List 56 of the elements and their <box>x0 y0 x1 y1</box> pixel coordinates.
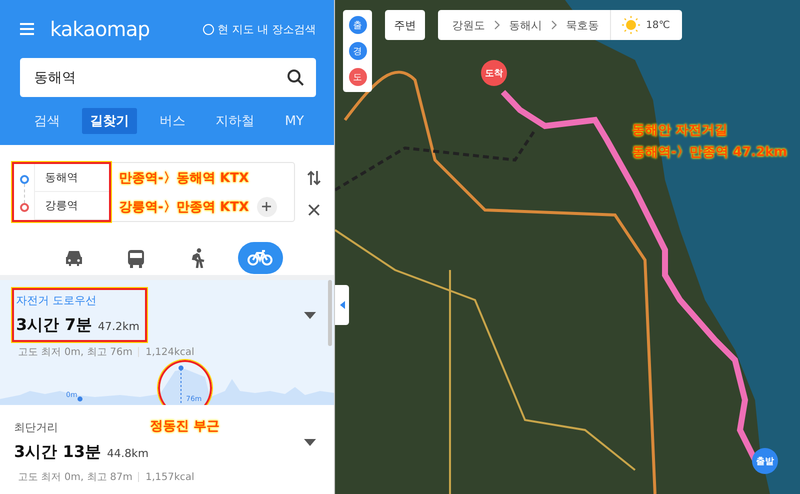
route-calories: 1,157kcal <box>145 472 194 482</box>
bicycle-icon <box>247 250 273 266</box>
pin-button[interactable]: 경 <box>348 42 366 60</box>
plus-icon <box>262 202 272 211</box>
chevron-icon <box>551 20 557 30</box>
stop-field[interactable]: 강릉역 <box>35 192 109 220</box>
swap-icon[interactable] <box>307 170 321 186</box>
route-distance: 47.2km <box>98 320 140 333</box>
route-distance: 44.8km <box>106 447 149 460</box>
caret-icon[interactable] <box>304 438 316 446</box>
nearby-button[interactable]: 주변 <box>385 10 425 40</box>
nav-tab[interactable]: MY <box>276 108 312 134</box>
annotation-text: 만종역-〉동해역 KTX <box>119 170 249 186</box>
breadcrumb-link[interactable]: 묵호동 <box>566 18 599 32</box>
search-icon[interactable] <box>287 69 304 86</box>
logo: kakaomap <box>50 17 150 41</box>
caret-icon <box>340 301 344 309</box>
area-search-toggle[interactable]: 현 지도 내 장소검색 <box>202 22 316 36</box>
sun-icon <box>622 16 640 34</box>
nav-tab[interactable]: 지하철 <box>208 108 263 134</box>
annotation-text: 동해안 자전거길 <box>632 122 729 139</box>
annotation-text: 정동진 부근 <box>150 419 220 434</box>
stop-marker-icon <box>20 203 28 212</box>
bus-icon <box>127 248 145 268</box>
scrollbar[interactable] <box>328 280 332 346</box>
caret-icon[interactable] <box>304 312 316 318</box>
nav-tab[interactable]: 검색 <box>26 108 68 134</box>
route-title: 최단거리 <box>14 420 59 435</box>
panel-collapse-button[interactable] <box>335 285 349 325</box>
breadcrumb-link[interactable]: 강원도 <box>452 18 485 32</box>
search-field[interactable]: 동해역 <box>20 58 316 97</box>
nav-tab[interactable]: 버스 <box>151 108 194 134</box>
route-time: 3시간 7분 <box>16 315 92 336</box>
route-time: 3시간 13분 <box>14 442 101 463</box>
pin-button[interactable]: 도 <box>348 68 366 86</box>
add-stop-button[interactable] <box>256 196 277 216</box>
route-title: 자전거 도로우선 <box>16 293 98 308</box>
stop-marker-icon <box>20 175 28 184</box>
menu-icon[interactable] <box>20 23 34 35</box>
bike-mode-button[interactable] <box>238 242 282 274</box>
close-icon[interactable] <box>308 204 320 216</box>
search-input[interactable]: 동해역 <box>34 70 287 86</box>
annotation-text: 동해역-〉만종역 47.2km <box>632 144 788 161</box>
chevron-icon <box>494 20 500 30</box>
walking-person-icon <box>191 248 205 268</box>
pin-button[interactable]: 출 <box>348 16 366 34</box>
route-elevation: 고도 최저 0m, 최고 76m <box>18 346 132 359</box>
profile-point-icon <box>78 396 82 402</box>
weather-temperature: 18℃ <box>646 20 670 30</box>
nav-tab[interactable]: 길찾기 <box>82 108 138 134</box>
car-icon <box>64 249 84 267</box>
stop-field[interactable]: 동해역 <box>35 164 109 192</box>
route-elevation: 고도 최저 0m, 최고 87m <box>18 471 132 484</box>
breadcrumb-link[interactable]: 동해시 <box>509 18 542 32</box>
route-calories: 1,124kcal <box>145 346 194 358</box>
annotation-text: 강릉역-〉만종역 KTX <box>119 198 249 216</box>
